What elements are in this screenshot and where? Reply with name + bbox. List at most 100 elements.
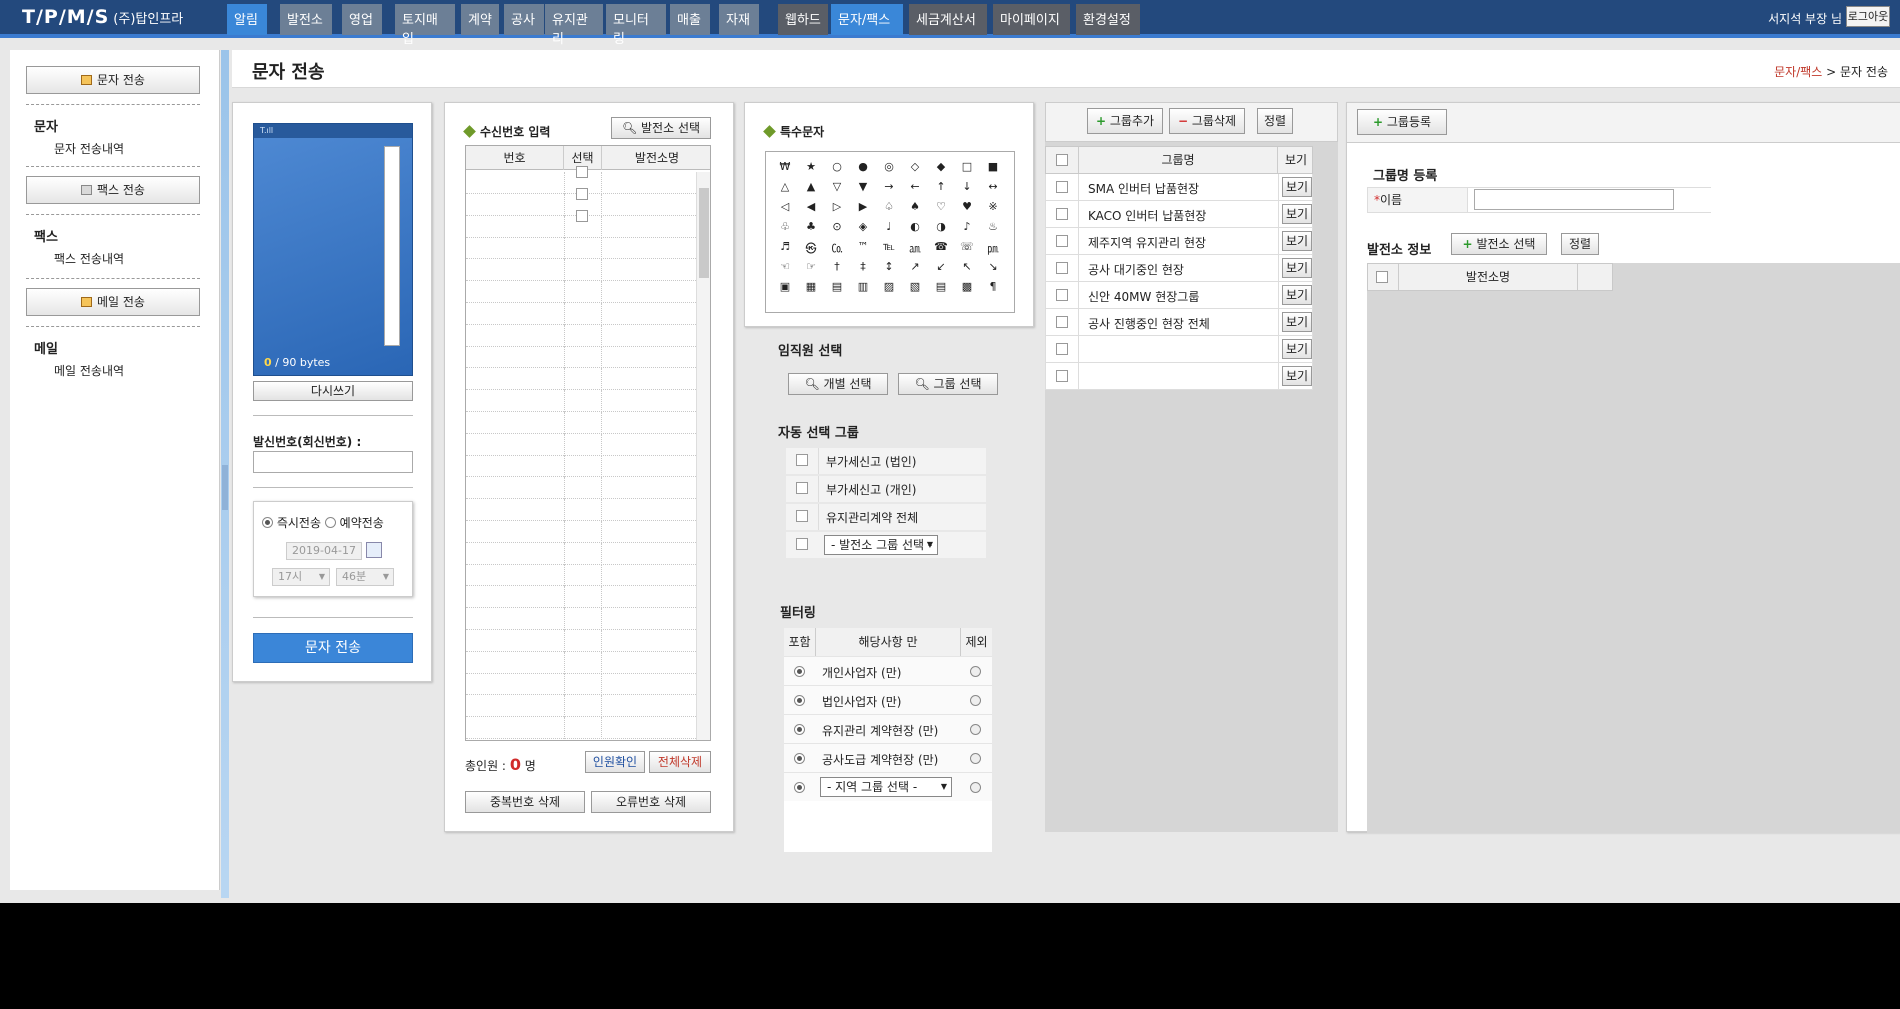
recipient-row[interactable] bbox=[466, 695, 698, 718]
special-char-symbol[interactable]: ↓ bbox=[954, 180, 980, 193]
sidebar-splitter[interactable] bbox=[221, 50, 229, 898]
special-char-symbol[interactable]: † bbox=[824, 260, 850, 273]
special-char-symbol[interactable]: ㏇ bbox=[824, 240, 850, 256]
group-view-button[interactable]: 보기 bbox=[1282, 231, 1312, 251]
message-scrollbar[interactable] bbox=[384, 146, 400, 346]
recipient-row[interactable] bbox=[466, 324, 698, 347]
group-row[interactable]: 제주지역 유지관리 현장 보기 bbox=[1045, 228, 1313, 255]
logout-button[interactable]: 로그아웃 bbox=[1846, 6, 1890, 27]
group-view-button[interactable]: 보기 bbox=[1282, 366, 1312, 386]
recipient-row[interactable] bbox=[466, 281, 698, 303]
special-char-symbol[interactable]: ♠ bbox=[902, 200, 928, 213]
menu-item-0[interactable]: 알림 bbox=[227, 4, 267, 35]
special-char-symbol[interactable]: ▽ bbox=[824, 180, 850, 193]
special-char-symbol[interactable]: ▼ bbox=[850, 180, 876, 193]
special-char-symbol[interactable]: ↗ bbox=[902, 260, 928, 273]
special-char-symbol[interactable]: ♡ bbox=[928, 200, 954, 213]
recipient-select-checkbox[interactable] bbox=[576, 166, 588, 178]
auto-group-checkbox[interactable] bbox=[796, 482, 808, 494]
select-all-groups-checkbox[interactable] bbox=[1056, 154, 1068, 166]
special-char-symbol[interactable]: ◎ bbox=[876, 160, 902, 173]
breadcrumb-parent[interactable]: 문자/팩스 bbox=[1774, 65, 1822, 79]
send-reserve-radio[interactable] bbox=[324, 517, 336, 528]
recipient-row[interactable] bbox=[466, 542, 698, 565]
group-row[interactable]: 공사 대기중인 현장 보기 bbox=[1045, 255, 1313, 282]
recipient-row[interactable] bbox=[466, 586, 698, 609]
recipient-row[interactable] bbox=[466, 346, 698, 369]
menu-item-14[interactable]: 환경설정 bbox=[1076, 4, 1140, 35]
confirm-count-button[interactable]: 인원확인 bbox=[585, 751, 645, 773]
special-char-symbol[interactable]: ▩ bbox=[954, 280, 980, 293]
special-char-symbol[interactable]: ◁ bbox=[772, 200, 798, 213]
special-char-symbol[interactable]: ▧ bbox=[902, 280, 928, 293]
recipient-row[interactable] bbox=[466, 651, 698, 674]
filter-include-radio[interactable] bbox=[794, 753, 805, 764]
recipient-row[interactable] bbox=[466, 433, 698, 456]
menu-item-2[interactable]: 영업 bbox=[342, 4, 382, 35]
sidebar-item-mail-history[interactable]: 메일 전송내역 bbox=[54, 362, 124, 379]
menu-item-12[interactable]: 세금계산서 bbox=[909, 4, 987, 35]
group-row-checkbox[interactable] bbox=[1056, 208, 1068, 220]
recipient-row[interactable] bbox=[466, 717, 698, 739]
group-row-checkbox[interactable] bbox=[1056, 316, 1068, 328]
recipient-row[interactable] bbox=[466, 455, 698, 478]
recipient-row[interactable] bbox=[466, 209, 698, 238]
recipient-row[interactable] bbox=[466, 477, 698, 500]
group-row[interactable]: 신안 40MW 현장그룹 보기 bbox=[1045, 282, 1313, 309]
auto-group-checkbox[interactable] bbox=[796, 538, 808, 550]
group-row[interactable]: 보기 bbox=[1045, 336, 1313, 363]
filter-exclude-radio[interactable] bbox=[970, 782, 981, 793]
sidebar-item-sms-history[interactable]: 문자 전송내역 bbox=[54, 140, 124, 157]
special-char-symbol[interactable]: ↔ bbox=[980, 180, 1006, 193]
register-group-button[interactable]: + 그룹등록 bbox=[1357, 109, 1447, 135]
special-char-symbol[interactable]: △ bbox=[772, 180, 798, 193]
sidebar-item-fax-history[interactable]: 팩스 전송내역 bbox=[54, 250, 124, 267]
group-view-button[interactable]: 보기 bbox=[1282, 204, 1312, 224]
delete-errors-button[interactable]: 오류번호 삭제 bbox=[591, 791, 711, 813]
plant-group-select[interactable]: - 발전소 그룹 선택 - ▼ bbox=[824, 535, 938, 555]
special-char-symbol[interactable]: ™ bbox=[850, 240, 876, 253]
special-char-symbol[interactable]: ♤ bbox=[876, 200, 902, 213]
register-plant-select-button[interactable]: + 발전소 선택 bbox=[1451, 233, 1547, 255]
special-char-symbol[interactable]: ▨ bbox=[876, 280, 902, 293]
special-char-symbol[interactable]: ▲ bbox=[798, 180, 824, 193]
group-view-button[interactable]: 보기 bbox=[1282, 312, 1312, 332]
plant-select-button[interactable]: 🔍︎ 발전소 선택 bbox=[611, 117, 711, 139]
sidebar-fax-send-button[interactable]: 팩스 전송 bbox=[26, 176, 200, 204]
calendar-icon[interactable] bbox=[366, 542, 382, 558]
send-now-radio[interactable] bbox=[262, 517, 273, 528]
special-char-symbol[interactable]: ◇ bbox=[902, 160, 928, 173]
group-row-checkbox[interactable] bbox=[1056, 370, 1068, 382]
delete-group-button[interactable]: − 그룹삭제 bbox=[1169, 108, 1245, 134]
group-select-button[interactable]: 🔍︎ 그룹 선택 bbox=[898, 373, 998, 395]
auto-group-checkbox[interactable] bbox=[796, 510, 808, 522]
recipient-row[interactable] bbox=[466, 608, 698, 630]
recipient-row[interactable] bbox=[466, 520, 698, 543]
filter-include-radio[interactable] bbox=[794, 666, 805, 677]
special-char-symbol[interactable]: ● bbox=[850, 160, 876, 173]
special-char-symbol[interactable]: ▣ bbox=[772, 280, 798, 293]
auto-group-checkbox[interactable] bbox=[796, 454, 808, 466]
group-row-checkbox[interactable] bbox=[1056, 262, 1068, 274]
group-view-button[interactable]: 보기 bbox=[1282, 258, 1312, 278]
recipient-row[interactable] bbox=[466, 390, 698, 412]
special-char-symbol[interactable]: ¶ bbox=[980, 280, 1006, 293]
special-char-symbol[interactable]: ♬ bbox=[772, 240, 798, 253]
individual-select-button[interactable]: 🔍︎ 개별 선택 bbox=[788, 373, 888, 395]
recipient-row[interactable] bbox=[466, 368, 698, 391]
special-char-symbol[interactable]: ♨ bbox=[980, 220, 1006, 233]
special-char-symbol[interactable]: ◑ bbox=[928, 220, 954, 233]
special-char-symbol[interactable]: ⊙ bbox=[824, 220, 850, 233]
app-logo[interactable]: T/P/M/S (주)탑인프라 bbox=[22, 6, 183, 28]
special-char-symbol[interactable]: ◐ bbox=[902, 220, 928, 233]
special-char-symbol[interactable]: ♧ bbox=[772, 220, 798, 233]
recipient-row[interactable] bbox=[466, 673, 698, 696]
menu-item-5[interactable]: 공사 bbox=[504, 4, 544, 35]
recipients-scrollbar[interactable] bbox=[696, 172, 710, 740]
sort-groups-button[interactable]: 정렬 bbox=[1257, 108, 1293, 134]
menu-item-10[interactable]: 웹하드 bbox=[778, 4, 828, 35]
menu-item-8[interactable]: 매출 bbox=[670, 4, 710, 35]
special-char-symbol[interactable]: ↕ bbox=[876, 260, 902, 273]
special-char-symbol[interactable]: ■ bbox=[980, 160, 1006, 173]
group-row-checkbox[interactable] bbox=[1056, 181, 1068, 193]
